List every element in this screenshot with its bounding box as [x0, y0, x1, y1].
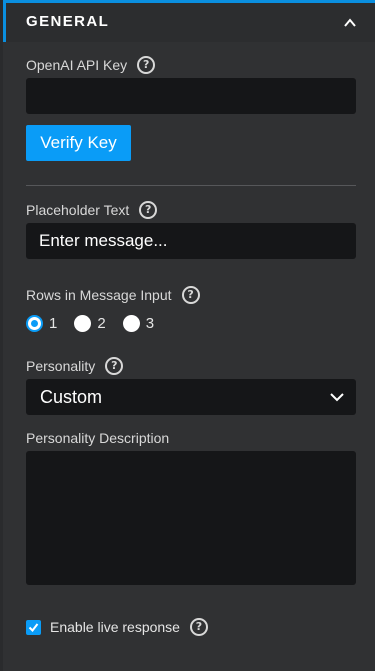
api-key-label-row: OpenAI API Key ?	[26, 56, 156, 74]
personality-select[interactable]: Custom	[26, 379, 356, 415]
settings-panel: GENERAL OpenAI API Key ? Verify Key Plac…	[0, 0, 375, 671]
question-circle-icon[interactable]: ?	[189, 618, 208, 636]
question-circle-icon[interactable]: ?	[139, 201, 158, 219]
personality-selected-value: Custom	[40, 387, 103, 407]
checkmark-icon	[28, 622, 39, 632]
radio-rows-3[interactable]	[122, 314, 140, 332]
api-key-label: OpenAI API Key	[26, 57, 128, 73]
chevron-up-icon[interactable]	[344, 17, 356, 29]
section-divider	[26, 185, 356, 186]
live-response-checkbox[interactable]	[26, 619, 41, 635]
live-response-row: Enable live response ?	[26, 617, 208, 637]
question-circle-icon[interactable]: ?	[181, 286, 200, 304]
placeholder-text-label-row: Placeholder Text ?	[26, 201, 158, 219]
api-key-input[interactable]	[26, 78, 356, 114]
radio-rows-1[interactable]	[26, 314, 43, 332]
question-circle-icon[interactable]: ?	[137, 56, 156, 74]
placeholder-text-input[interactable]	[26, 223, 356, 259]
section-title: GENERAL	[26, 13, 110, 30]
rows-label-row: Rows in Message Input ?	[26, 286, 200, 304]
personality-label: Personality	[26, 358, 96, 374]
radio-label-2: 2	[97, 314, 106, 332]
live-response-label: Enable live response	[50, 619, 180, 635]
radio-label-3: 3	[145, 314, 155, 332]
question-circle-icon[interactable]: ?	[105, 357, 124, 375]
personality-description-label: Personality Description	[26, 430, 170, 446]
personality-label-row: Personality ?	[26, 357, 124, 375]
personality-description-label-row: Personality Description	[26, 430, 169, 446]
placeholder-text-label: Placeholder Text	[26, 202, 130, 218]
rows-label: Rows in Message Input	[26, 287, 172, 303]
radio-rows-2[interactable]	[74, 314, 92, 332]
radio-label-1: 1	[49, 314, 58, 332]
chevron-down-icon	[330, 393, 344, 402]
section-header-general[interactable]: GENERAL	[3, 0, 375, 42]
rows-radio-group: 1 2 3	[26, 313, 171, 333]
verify-key-button[interactable]: Verify Key	[26, 125, 131, 161]
personality-description-textarea[interactable]	[26, 451, 356, 585]
